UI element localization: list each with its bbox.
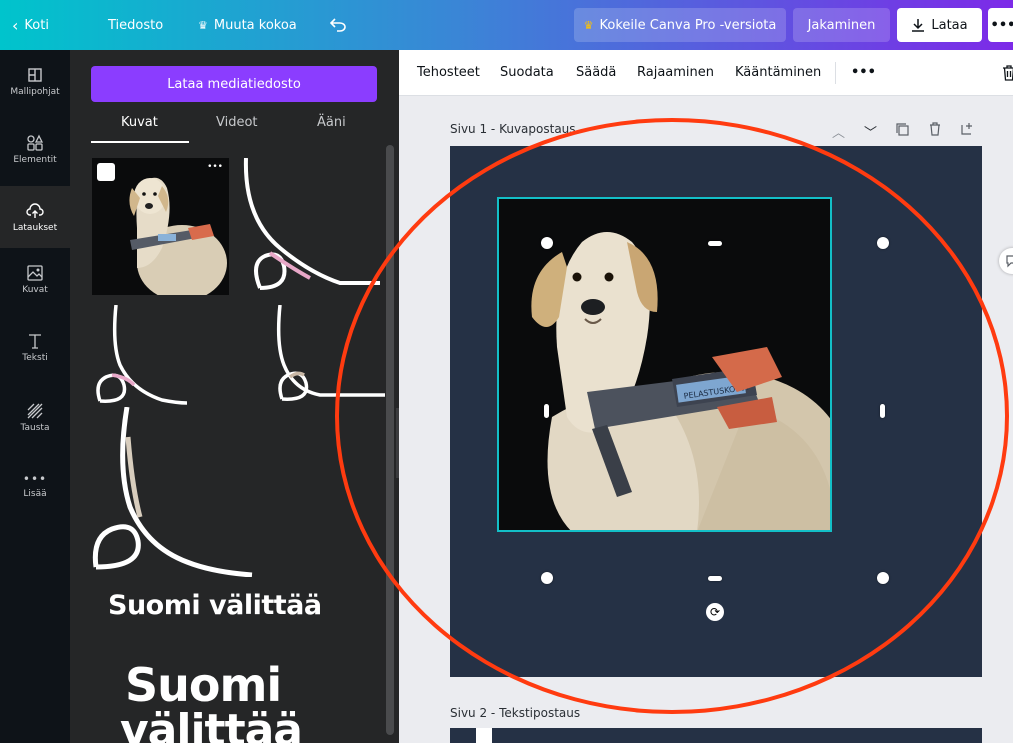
page-label-2: Sivu 2 - Tekstipostaus [450, 706, 581, 720]
rail-item-uploads[interactable]: Lataukset [0, 186, 70, 248]
design-page-2[interactable] [450, 728, 982, 743]
download-button[interactable]: Lataa [897, 8, 982, 42]
rail-item-background[interactable]: Tausta [0, 386, 70, 448]
background-icon [27, 403, 43, 418]
page-up-icon[interactable]: ︿ [832, 122, 845, 141]
tab-videos[interactable]: Videot [216, 115, 258, 130]
rail-item-templates[interactable]: Mallipohjat [0, 50, 70, 112]
delete-page-icon[interactable] [929, 122, 941, 136]
tab-audio[interactable]: Ääni [317, 115, 346, 130]
upload-media-button[interactable]: Lataa mediatiedosto [91, 66, 377, 102]
duplicate-page-icon[interactable] [896, 123, 909, 136]
more-icon: ••• [22, 471, 48, 486]
photos-icon [27, 264, 43, 281]
file-menu[interactable]: Tiedosto [108, 0, 163, 50]
rail-item-photos[interactable]: Kuvat [0, 248, 70, 310]
upload-thumbnail-heart-graphic-1[interactable] [240, 158, 380, 293]
comment-icon [1006, 255, 1013, 268]
text-icon [29, 333, 41, 349]
page-label-1: Sivu 1 - Kuvapostaus [450, 122, 576, 136]
flip-button[interactable]: Kääntäminen [735, 65, 821, 80]
page-down-icon[interactable]: ﹀ [864, 122, 877, 141]
elements-icon [27, 134, 44, 151]
toolbar-more-button[interactable]: ••• [851, 65, 876, 80]
select-checkbox[interactable] [97, 163, 115, 181]
comment-button[interactable] [999, 248, 1013, 274]
crown-icon: ♛ [198, 18, 208, 32]
crown-icon: ♛ [583, 18, 594, 32]
rail-item-text[interactable]: Teksti [0, 316, 70, 378]
share-button[interactable]: Jakaminen [793, 8, 890, 42]
crop-button[interactable]: Rajaaminen [637, 65, 714, 80]
templates-icon [28, 67, 42, 82]
adjust-button[interactable]: Säädä [576, 65, 616, 80]
rail-item-more[interactable]: ••• Lisää [0, 454, 70, 516]
trash-icon[interactable] [1002, 65, 1013, 81]
filter-button[interactable]: Suodata [500, 65, 554, 80]
side-rail: Mallipohjat Elementit Lataukset Kuvat Te… [0, 50, 70, 743]
toolbar-divider [835, 62, 836, 84]
rail-item-elements[interactable]: Elementit [0, 118, 70, 180]
upload-thumbnail-heart-graphic-4[interactable] [92, 407, 262, 577]
top-bar: ‹ Koti Tiedosto ♛ Muuta kokoa ♛ Kokeile … [0, 0, 1013, 50]
undo-icon [330, 18, 346, 32]
brand-text-large-line2[interactable]: välittää [120, 709, 303, 743]
annotation-circle [335, 118, 1009, 714]
tab-images[interactable]: Kuvat [121, 115, 158, 130]
uploads-icon [26, 202, 44, 218]
page-2-graphic [476, 728, 492, 743]
canva-editor: ‹ Koti Tiedosto ♛ Muuta kokoa ♛ Kokeile … [0, 0, 1013, 743]
try-pro-button[interactable]: ♛ Kokeile Canva Pro -versiota [574, 8, 786, 42]
brand-text-large-line1[interactable]: Suomi [125, 662, 282, 708]
context-toolbar: Tehosteet Suodata Säädä Rajaaminen Käänt… [399, 50, 1013, 96]
resize-button[interactable]: ♛ Muuta kokoa [198, 0, 297, 50]
undo-button[interactable] [330, 0, 346, 50]
more-button[interactable]: ••• [988, 8, 1013, 42]
upload-thumbnail-dog[interactable]: ••• [92, 158, 229, 295]
effects-button[interactable]: Tehosteet [417, 65, 480, 80]
chevron-left-icon: ‹ [12, 15, 19, 35]
upload-thumbnail-heart-graphic-2[interactable] [92, 305, 222, 405]
thumbnail-more-button[interactable]: ••• [207, 162, 223, 172]
download-icon [912, 19, 925, 32]
active-tab-indicator [91, 141, 189, 143]
add-page-icon[interactable] [961, 122, 974, 135]
brand-text-small[interactable]: Suomi välittää [108, 590, 322, 621]
home-button[interactable]: ‹ Koti [12, 0, 49, 50]
